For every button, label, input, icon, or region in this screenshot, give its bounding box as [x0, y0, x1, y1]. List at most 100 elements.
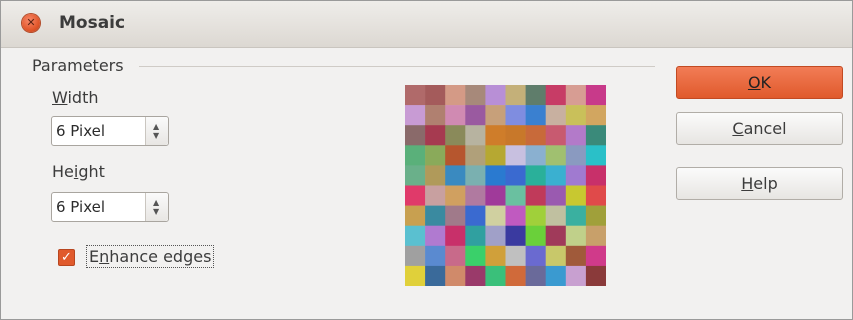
mosaic-tile	[485, 125, 506, 146]
enhance-edges-label-post: hance edges	[109, 247, 212, 266]
title-bar: ✕ Mosaic	[1, 1, 852, 48]
mosaic-tile	[545, 245, 567, 267]
mosaic-tile	[545, 165, 567, 186]
mosaic-tile	[445, 105, 466, 126]
height-spin-buttons[interactable]: ▲ ▼	[145, 193, 168, 221]
mosaic-tile	[425, 85, 446, 106]
mosaic-tile	[585, 205, 606, 226]
mosaic-tile	[505, 125, 526, 146]
mosaic-tile	[485, 85, 506, 106]
decrement-icon[interactable]: ▼	[153, 208, 159, 216]
mosaic-tile	[485, 265, 506, 286]
mosaic-tile	[505, 245, 526, 267]
help-mnemonic: H	[741, 174, 754, 193]
mosaic-tile	[465, 145, 486, 166]
dialog-title: Mosaic	[59, 13, 126, 33]
mosaic-tile	[565, 245, 587, 267]
close-button[interactable]: ✕	[22, 14, 40, 32]
width-spinbox[interactable]: 6 Pixel ▲ ▼	[51, 116, 169, 146]
mosaic-tile	[405, 225, 426, 247]
mosaic-tile	[405, 185, 426, 206]
mosaic-tile	[505, 205, 526, 226]
mosaic-tile	[465, 225, 486, 247]
mosaic-tile	[405, 125, 426, 146]
mosaic-tile	[565, 185, 587, 206]
width-label-text: idth	[67, 88, 99, 107]
mosaic-tile	[525, 245, 546, 267]
mosaic-tile	[545, 225, 567, 247]
increment-icon[interactable]: ▲	[153, 199, 159, 207]
mosaic-tile	[505, 185, 526, 206]
mosaic-tile	[545, 145, 567, 166]
mosaic-tile	[425, 225, 446, 247]
width-value[interactable]: 6 Pixel	[56, 122, 105, 140]
height-label: Height	[52, 162, 105, 181]
mosaic-tile	[585, 245, 606, 267]
mosaic-tile	[505, 145, 526, 166]
mosaic-tile	[585, 145, 606, 166]
mosaic-tile	[445, 165, 466, 186]
mosaic-tile	[525, 105, 546, 126]
mosaic-tile	[585, 185, 606, 206]
mosaic-tile	[465, 265, 486, 286]
mosaic-tile	[585, 225, 606, 247]
help-label: elp	[753, 174, 778, 193]
increment-icon[interactable]: ▲	[153, 123, 159, 131]
cancel-button[interactable]: Cancel	[676, 112, 843, 145]
mosaic-tile	[565, 125, 587, 146]
mosaic-tile	[485, 165, 506, 186]
mosaic-tile	[585, 105, 606, 126]
checkmark-icon: ✓	[61, 250, 72, 265]
mosaic-tile	[485, 145, 506, 166]
enhance-edges-checkbox[interactable]: ✓	[58, 249, 75, 266]
mosaic-tile	[445, 225, 466, 247]
height-value[interactable]: 6 Pixel	[56, 198, 105, 216]
mosaic-tile	[485, 225, 506, 247]
mosaic-dialog: ✕ Mosaic Parameters Width 6 Pixel ▲ ▼ He…	[0, 0, 853, 320]
ok-label: K	[760, 73, 772, 92]
mosaic-tile	[485, 245, 506, 267]
enhance-edges-label-pre: E	[89, 247, 100, 266]
mosaic-tile	[405, 265, 426, 286]
mosaic-tile	[545, 125, 567, 146]
mosaic-tile	[565, 225, 587, 247]
mosaic-tile	[525, 125, 546, 146]
mosaic-tile	[565, 165, 587, 186]
mosaic-tile	[525, 165, 546, 186]
mosaic-tile	[525, 225, 546, 247]
mosaic-tile	[405, 105, 426, 126]
mosaic-tile	[445, 185, 466, 206]
mosaic-tile	[565, 85, 587, 106]
mosaic-tile	[445, 125, 466, 146]
decrement-icon[interactable]: ▼	[153, 132, 159, 140]
mosaic-tile	[505, 225, 526, 247]
enhance-edges-label[interactable]: Enhance edges	[86, 245, 215, 268]
width-label-mnemonic: W	[52, 88, 68, 107]
mosaic-tile	[445, 245, 466, 267]
mosaic-tile	[565, 145, 587, 166]
mosaic-tile	[405, 245, 426, 267]
height-label-text-post: ght	[78, 162, 105, 181]
mosaic-tile	[485, 105, 506, 126]
mosaic-tile	[585, 125, 606, 146]
mosaic-tile	[505, 165, 526, 186]
mosaic-tile	[525, 185, 546, 206]
mosaic-tile	[425, 265, 446, 286]
mosaic-tile	[565, 205, 587, 226]
mosaic-tile	[445, 85, 466, 106]
ok-button[interactable]: OK	[676, 66, 843, 99]
mosaic-tile	[485, 185, 506, 206]
mosaic-tile	[425, 165, 446, 186]
mosaic-tile	[425, 145, 446, 166]
close-icon: ✕	[26, 16, 36, 29]
mosaic-tile	[525, 145, 546, 166]
mosaic-tile	[445, 145, 466, 166]
parameters-section-label: Parameters	[32, 56, 124, 75]
mosaic-tile	[465, 165, 486, 186]
mosaic-tile	[585, 265, 606, 286]
height-label-text-pre: He	[52, 162, 74, 181]
help-button[interactable]: Help	[676, 167, 843, 200]
mosaic-tile	[425, 125, 446, 146]
width-spin-buttons[interactable]: ▲ ▼	[145, 117, 168, 145]
height-spinbox[interactable]: 6 Pixel ▲ ▼	[51, 192, 169, 222]
